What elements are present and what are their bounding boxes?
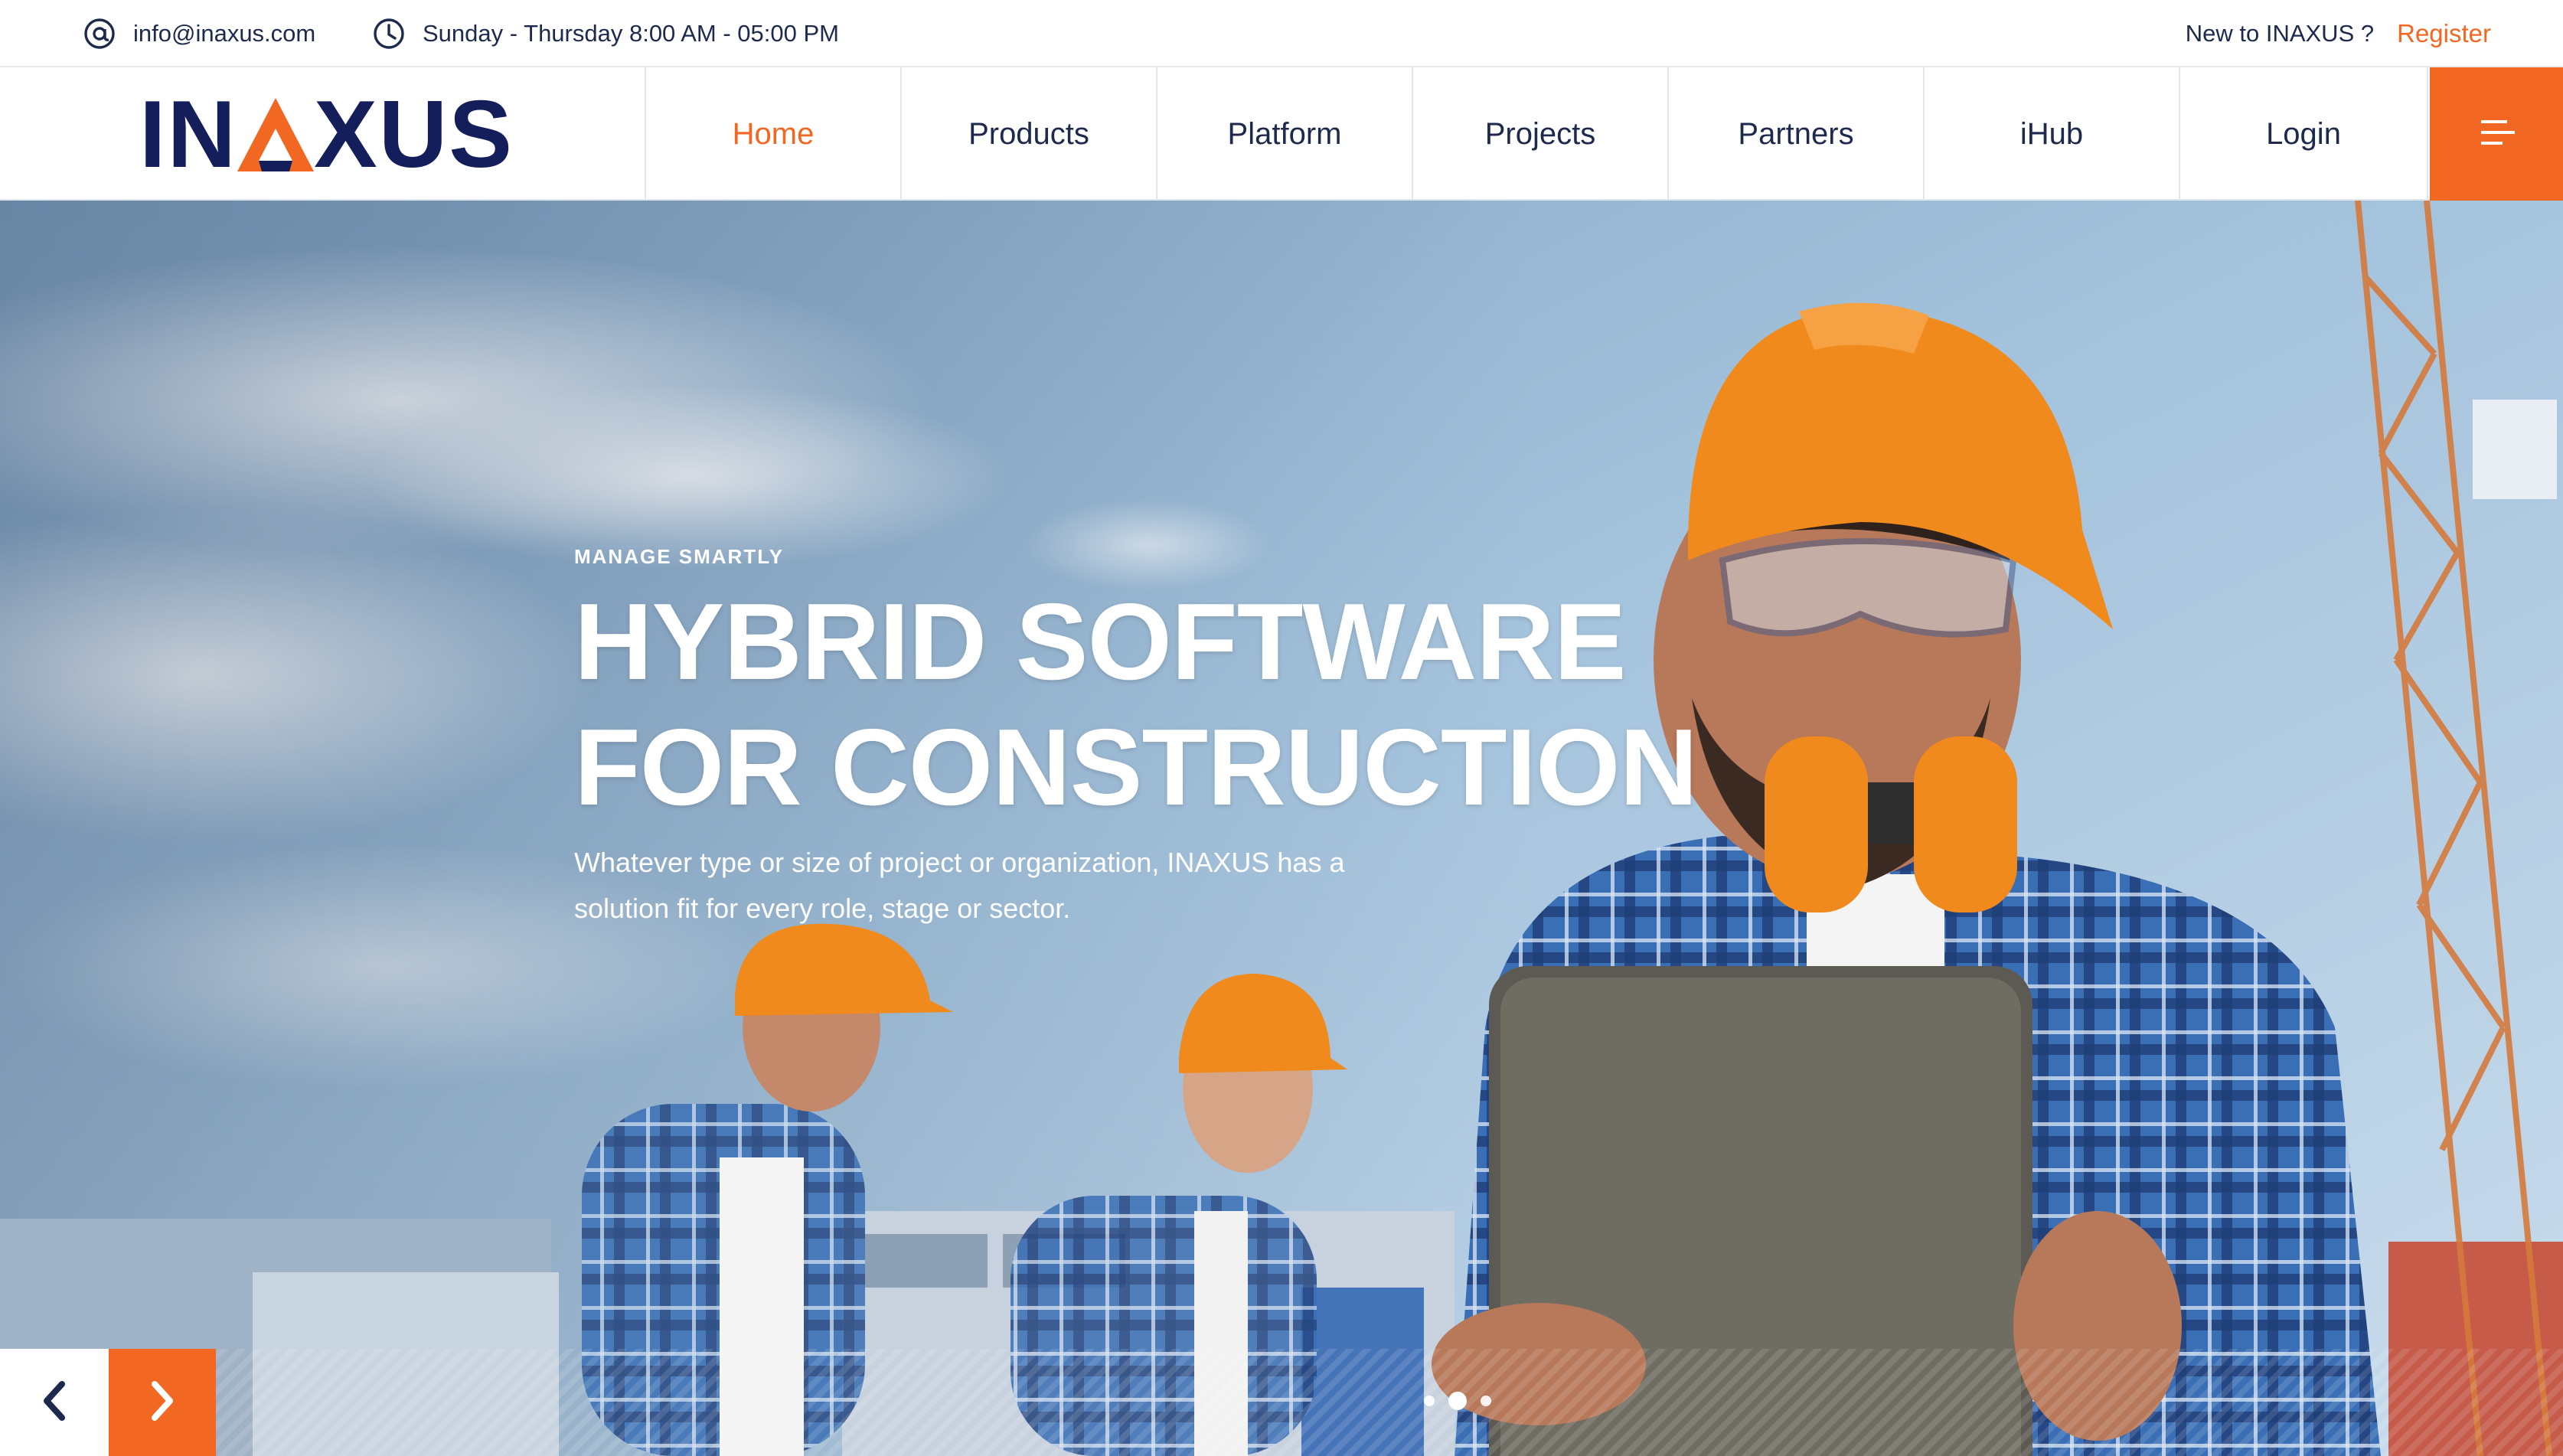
top-info-bar: info@inaxus.com Sunday - Thursday 8:00 A… (0, 0, 2563, 67)
hero-slider: MANAGE SMARTLY HYBRID SOFTWARE FOR CONST… (0, 201, 2563, 1456)
nav-platform[interactable]: Platform (1156, 67, 1412, 201)
chevron-left-icon (39, 1379, 70, 1426)
nav-partners[interactable]: Partners (1667, 67, 1923, 201)
contact-email[interactable]: info@inaxus.com (83, 0, 315, 67)
logo-triangle-mark (236, 95, 315, 175)
hero-headline-line-1: HYBRID SOFTWARE (574, 581, 1626, 703)
hamburger-menu-icon (2476, 117, 2516, 152)
contact-email-text: info@inaxus.com (133, 20, 316, 47)
nav-home[interactable]: Home (645, 67, 900, 201)
chevron-right-icon (147, 1379, 178, 1426)
hero-eyebrow: MANAGE SMARTLY (574, 545, 785, 568)
office-hours-text: Sunday - Thursday 8:00 AM - 05:00 PM (423, 20, 839, 47)
at-sign-icon (83, 17, 116, 51)
hero-subtitle: Whatever type or size of project or orga… (574, 847, 1345, 924)
slider-prev-button[interactable] (0, 1349, 109, 1456)
inaxus-logo[interactable]: IN XUS (139, 87, 514, 182)
slider-pagination (1424, 1392, 1491, 1410)
page-root: info@inaxus.com Sunday - Thursday 8:00 A… (0, 0, 2563, 1456)
register-prompt: New to INAXUS ? Register (2186, 0, 2491, 67)
nav-projects[interactable]: Projects (1412, 67, 1667, 201)
main-navbar: IN XUS Home Products Platform Projects P… (0, 67, 2563, 201)
slider-dot-1[interactable] (1424, 1396, 1435, 1406)
login-button[interactable]: Login (2179, 67, 2428, 201)
register-link[interactable]: Register (2397, 19, 2491, 48)
slider-dot-2[interactable] (1448, 1392, 1467, 1410)
logo-text-left: IN (139, 82, 237, 188)
slider-dot-3[interactable] (1481, 1396, 1491, 1406)
office-hours: Sunday - Thursday 8:00 AM - 05:00 PM (372, 0, 839, 67)
logo-text-right: XUS (314, 82, 514, 188)
primary-nav: Home Products Platform Projects Partners… (645, 67, 2428, 201)
nav-ihub[interactable]: iHub (1923, 67, 2179, 201)
clock-icon (372, 17, 406, 51)
hero-headline: HYBRID SOFTWARE FOR CONSTRUCTION (574, 579, 1722, 831)
hero-text-block: MANAGE SMARTLY HYBRID SOFTWARE FOR CONST… (574, 545, 1722, 932)
menu-toggle-button[interactable] (2430, 67, 2563, 201)
nav-products[interactable]: Products (900, 67, 1156, 201)
new-user-prompt: New to INAXUS ? (2185, 20, 2375, 47)
hero-headline-line-2: FOR CONSTRUCTION (574, 707, 1698, 828)
slider-next-button[interactable] (109, 1349, 216, 1456)
